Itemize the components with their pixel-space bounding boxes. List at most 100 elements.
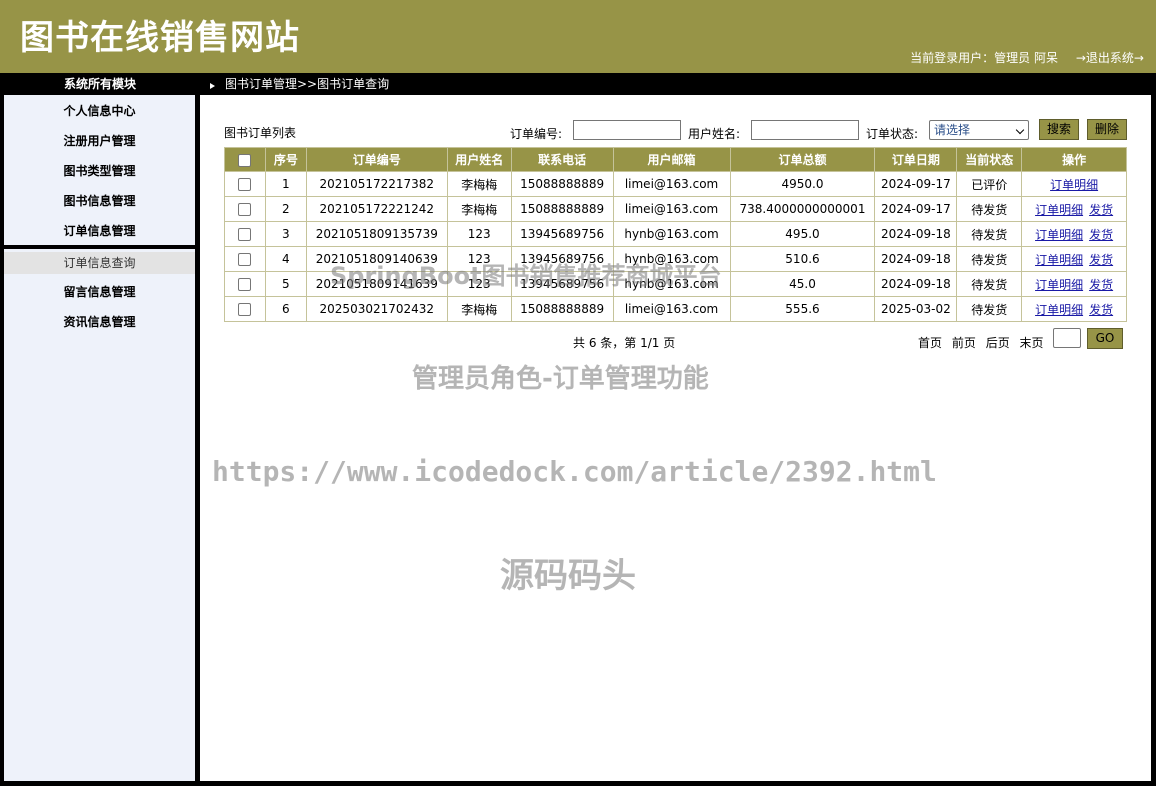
column-header: 用户姓名 bbox=[446, 147, 512, 172]
table-row: 6 202503021702432 李梅梅 15088888889 limei@… bbox=[224, 296, 1127, 322]
column-header: 序号 bbox=[264, 147, 307, 172]
order-no-input[interactable] bbox=[573, 120, 681, 140]
cell-total: 738.4000000000001 bbox=[729, 196, 876, 222]
cell-total: 4950.0 bbox=[729, 171, 876, 197]
cell-order-no: 202105172221242 bbox=[305, 196, 448, 222]
row-select-cell bbox=[224, 171, 266, 197]
cell-total: 45.0 bbox=[729, 271, 876, 297]
order-detail-link[interactable]: 订单明细 bbox=[1035, 203, 1083, 217]
status-select-value: 请选择 bbox=[934, 123, 971, 137]
cell-phone: 15088888889 bbox=[510, 296, 614, 322]
row-checkbox[interactable] bbox=[238, 228, 252, 241]
cell-actions: 订单明细 发货 bbox=[1021, 296, 1127, 322]
ship-link[interactable]: 发货 bbox=[1089, 228, 1113, 242]
row-select-cell bbox=[224, 196, 266, 222]
cell-no: 3 bbox=[264, 221, 307, 247]
cell-actions: 订单明细 bbox=[1021, 171, 1127, 197]
cell-actions: 订单明细 发货 bbox=[1021, 246, 1127, 272]
header: 图书在线销售网站 当前登录用户：管理员 阿呆 →退出系统→ bbox=[0, 0, 1156, 73]
next-page-link[interactable]: 后页 bbox=[986, 336, 1010, 350]
cell-no: 6 bbox=[264, 296, 307, 322]
select-all-checkbox[interactable] bbox=[238, 153, 252, 167]
status-select[interactable]: 请选择 bbox=[929, 120, 1029, 140]
sidebar-item-profile[interactable]: 个人信息中心 bbox=[4, 101, 195, 121]
cell-phone: 13945689756 bbox=[510, 221, 614, 247]
sidebar-item-messages[interactable]: 留言信息管理 bbox=[4, 282, 195, 302]
row-select-cell bbox=[224, 221, 266, 247]
order-detail-link[interactable]: 订单明细 bbox=[1050, 178, 1098, 192]
table-row: 1 202105172217382 李梅梅 15088888889 limei@… bbox=[224, 171, 1127, 197]
order-detail-link[interactable]: 订单明细 bbox=[1035, 278, 1083, 292]
cell-status: 待发货 bbox=[956, 221, 1023, 247]
column-header: 订单日期 bbox=[874, 147, 958, 172]
cell-email: limei@163.com bbox=[612, 171, 731, 197]
search-button[interactable]: 搜索 bbox=[1039, 119, 1079, 140]
cell-date: 2024-09-18 bbox=[874, 271, 958, 297]
sidebar-subitem-order-query[interactable]: 订单信息查询 bbox=[4, 252, 195, 274]
ship-link[interactable]: 发货 bbox=[1089, 203, 1113, 217]
watermark-platform: SpringBoot图书销售推荐商城平台 bbox=[330, 262, 722, 290]
top-bar: 系统所有模块 图书订单管理>>图书订单查询 bbox=[0, 73, 1156, 95]
cell-name: 李梅梅 bbox=[446, 196, 512, 222]
row-select-cell bbox=[224, 271, 266, 297]
row-checkbox[interactable] bbox=[238, 253, 252, 266]
ship-link[interactable]: 发货 bbox=[1089, 253, 1113, 267]
cell-status: 已评价 bbox=[956, 171, 1023, 197]
cell-email: limei@163.com bbox=[612, 296, 731, 322]
main-content: 图书订单列表 订单编号: 用户姓名: 订单状态: 请选择 搜索 删除 序号 订单… bbox=[200, 95, 1151, 781]
ship-link[interactable]: 发货 bbox=[1089, 303, 1113, 317]
order-detail-link[interactable]: 订单明细 bbox=[1035, 228, 1083, 242]
username-label: 用户姓名: bbox=[688, 127, 741, 141]
first-page-link[interactable]: 首页 bbox=[918, 336, 942, 350]
breadcrumb-arrow-icon bbox=[210, 83, 215, 89]
sidebar-divider bbox=[4, 245, 197, 249]
cell-email: hynb@163.com bbox=[612, 221, 731, 247]
cell-date: 2024-09-17 bbox=[874, 171, 958, 197]
row-checkbox[interactable] bbox=[238, 203, 252, 216]
watermark-url: https://www.icodedock.com/article/2392.h… bbox=[212, 455, 937, 488]
cell-no: 2 bbox=[264, 196, 307, 222]
list-title: 图书订单列表 bbox=[224, 126, 297, 140]
cell-status: 待发货 bbox=[956, 271, 1023, 297]
site-title: 图书在线销售网站 bbox=[20, 18, 300, 58]
order-no-label: 订单编号: bbox=[510, 127, 563, 141]
column-header: 订单编号 bbox=[305, 147, 448, 172]
go-button[interactable]: GO bbox=[1087, 328, 1123, 349]
cell-order-no: 202503021702432 bbox=[305, 296, 448, 322]
last-page-link[interactable]: 末页 bbox=[1020, 336, 1044, 350]
cell-status: 待发货 bbox=[956, 296, 1023, 322]
table-row: 2 202105172221242 李梅梅 15088888889 limei@… bbox=[224, 196, 1127, 222]
sidebar-item-orders[interactable]: 订单信息管理 bbox=[4, 221, 195, 241]
cell-name: 123 bbox=[446, 221, 512, 247]
sidebar-item-book-types[interactable]: 图书类型管理 bbox=[4, 161, 195, 181]
page-number-input[interactable] bbox=[1053, 328, 1081, 348]
column-header: 用户邮箱 bbox=[612, 147, 731, 172]
prev-page-link[interactable]: 前页 bbox=[952, 336, 976, 350]
current-user-info: 当前登录用户：管理员 阿呆 bbox=[910, 51, 1058, 65]
cell-date: 2024-09-18 bbox=[874, 246, 958, 272]
delete-button[interactable]: 删除 bbox=[1087, 119, 1127, 140]
status-label: 订单状态: bbox=[866, 127, 919, 141]
sidebar-item-news[interactable]: 资讯信息管理 bbox=[4, 312, 195, 332]
sidebar-item-users[interactable]: 注册用户管理 bbox=[4, 131, 195, 151]
table-header-row: 序号 订单编号 用户姓名 联系电话 用户邮箱 订单总额 订单日期 当前状态 操作 bbox=[224, 147, 1127, 172]
cell-order-no: 202105172217382 bbox=[305, 171, 448, 197]
cell-date: 2024-09-17 bbox=[874, 196, 958, 222]
order-detail-link[interactable]: 订单明细 bbox=[1035, 253, 1083, 267]
column-header: 订单总额 bbox=[729, 147, 876, 172]
row-checkbox[interactable] bbox=[238, 178, 252, 191]
menu-title: 系统所有模块 bbox=[63, 77, 136, 91]
cell-email: limei@163.com bbox=[612, 196, 731, 222]
row-select-cell bbox=[224, 296, 266, 322]
cell-order-no: 2021051809135739 bbox=[305, 221, 448, 247]
row-checkbox[interactable] bbox=[238, 303, 252, 316]
cell-total: 510.6 bbox=[729, 246, 876, 272]
ship-link[interactable]: 发货 bbox=[1089, 278, 1113, 292]
sidebar-item-books[interactable]: 图书信息管理 bbox=[4, 191, 195, 211]
select-all-header bbox=[224, 147, 266, 172]
cell-name: 李梅梅 bbox=[446, 296, 512, 322]
logout-link[interactable]: →退出系统→ bbox=[1076, 49, 1144, 66]
order-detail-link[interactable]: 订单明细 bbox=[1035, 303, 1083, 317]
username-input[interactable] bbox=[751, 120, 859, 140]
row-checkbox[interactable] bbox=[238, 278, 252, 291]
